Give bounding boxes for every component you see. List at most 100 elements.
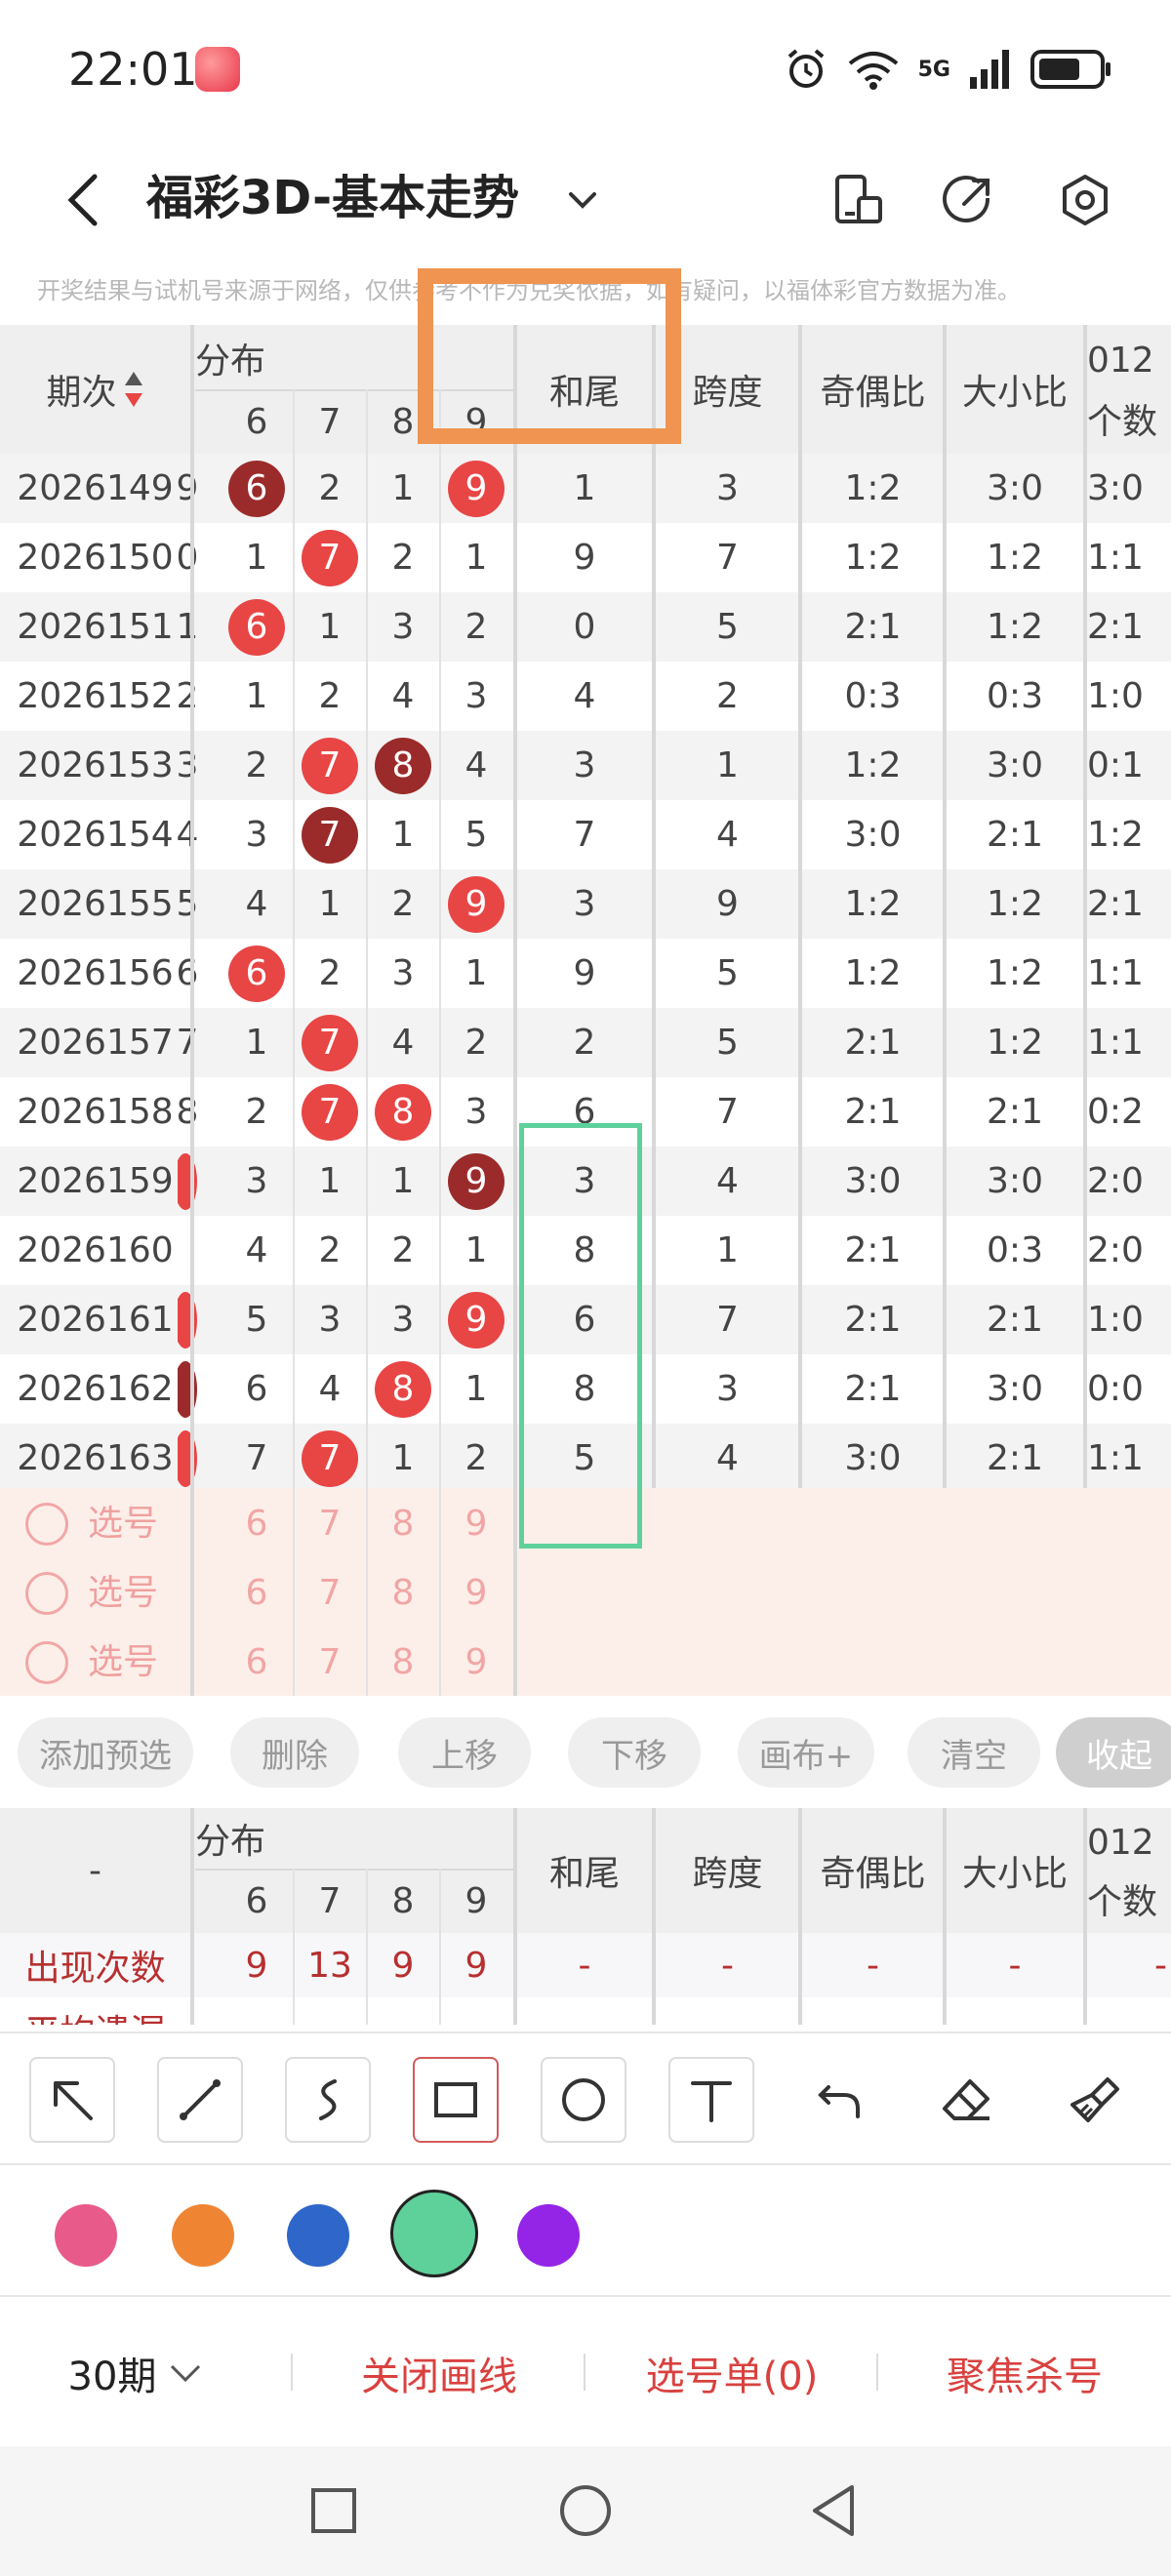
digit-cell-9: 2: [464, 1023, 488, 1063]
color-green-swatch[interactable]: [390, 2190, 478, 2277]
trend-table[interactable]: 期次 分布 6 7 8 9 和尾 跨度 奇偶比 大小比 012 个数 20261…: [0, 325, 1171, 1696]
period-cell: 2026156: [17, 953, 174, 993]
edge-digit-cell: [178, 1147, 197, 1216]
close-drawing-button[interactable]: 关闭画线: [312, 2297, 566, 2448]
pick-radio[interactable]: [25, 1503, 68, 1546]
hit-ball: 6: [228, 598, 285, 656]
collapse-button[interactable]: 收起: [1056, 1717, 1171, 1788]
move-up-button[interactable]: 上移: [398, 1717, 531, 1788]
pick-list-button[interactable]: 选号单(0): [605, 2297, 859, 2448]
digit-cell-7: 7: [294, 523, 366, 592]
ratio-012-cell: 2:1: [1087, 607, 1144, 647]
big-small-cell: 1:2: [987, 1023, 1043, 1063]
period-header[interactable]: 期次: [0, 325, 190, 454]
digit-cell-9: 9: [440, 1147, 512, 1216]
pick-digit[interactable]: 9: [440, 1628, 512, 1696]
move-down-button[interactable]: 下移: [568, 1717, 701, 1788]
eraser-tool[interactable]: [924, 2057, 1010, 2143]
settings-button[interactable]: [1046, 161, 1124, 239]
clear-button[interactable]: 清空: [908, 1717, 1040, 1788]
canvas-plus-button[interactable]: 画布+: [738, 1717, 874, 1788]
digit-cell-9: 3: [464, 676, 488, 716]
curve-tool[interactable]: [285, 2057, 371, 2143]
pick-digit[interactable]: 6: [221, 1489, 293, 1558]
text-tool[interactable]: [668, 2057, 754, 2143]
hit-ball: 9: [448, 1291, 505, 1348]
edge-digit-cell: 6: [178, 953, 197, 993]
recent-apps-button[interactable]: [303, 2479, 365, 2542]
grid-line: [1083, 1808, 1087, 2025]
text-icon: [691, 2081, 732, 2122]
color-palette: [0, 2163, 1171, 2295]
line-tool[interactable]: [157, 2057, 243, 2143]
digit-cell-6: 1: [245, 1023, 268, 1063]
period-selector-label: 30期: [67, 2354, 157, 2399]
odd-even-cell: 0:3: [844, 676, 902, 716]
pick-digit[interactable]: 8: [367, 1628, 439, 1696]
add-preselect-button[interactable]: 添加预选: [18, 1717, 193, 1788]
digit-cell-6: 2: [245, 745, 268, 785]
stats-digit-8: 8: [391, 1880, 415, 1921]
span-cell: 4: [716, 1438, 739, 1478]
hit-ball: 9: [448, 1152, 505, 1210]
digit-cell-9: 1: [464, 538, 488, 578]
grid-line: [513, 325, 517, 1696]
brush-icon: [1070, 2077, 1119, 2122]
hit-ball: 7: [302, 806, 358, 864]
pick-radio[interactable]: [25, 1572, 68, 1615]
color-pink-swatch[interactable]: [55, 2204, 117, 2267]
pick-digit[interactable]: 7: [294, 1628, 366, 1696]
digit-cell-9: 9: [440, 869, 512, 939]
table-row: 2026156 6 6 2 3 1 9 5 1:2 1:2 1:1: [0, 939, 1171, 1008]
delete-button[interactable]: 删除: [230, 1717, 359, 1788]
grid-line: [190, 1808, 194, 2025]
pick-digit[interactable]: 7: [294, 1489, 366, 1558]
title-dropdown-button[interactable]: [561, 179, 604, 221]
digit-cell-9: 2: [464, 607, 488, 647]
drawing-toolbar: [0, 2032, 1171, 2163]
share-button[interactable]: [929, 161, 1007, 239]
grid-line: [798, 325, 802, 1488]
color-orange-swatch[interactable]: [172, 2204, 234, 2267]
ratio-012-cell: 1:1: [1087, 1023, 1144, 1063]
signal-icon: [970, 50, 1009, 89]
home-button[interactable]: [554, 2479, 617, 2542]
pick-digit[interactable]: 9: [440, 1489, 512, 1558]
pick-digit[interactable]: 6: [221, 1558, 293, 1628]
data-source-notice: 开奖结果与试机号来源于网络，仅供参考不作为兑奖依据，如有疑问，以福体彩官方数据为…: [37, 277, 1021, 304]
color-blue-swatch[interactable]: [287, 2204, 349, 2267]
digit-cell-6: 4: [245, 884, 268, 924]
color-purple-swatch[interactable]: [517, 2204, 580, 2267]
sum-tail-cell: 8: [573, 1369, 596, 1409]
back-button[interactable]: [49, 161, 117, 239]
sum-tail-cell: 3: [573, 745, 596, 785]
big-small-cell: 2:1: [987, 815, 1043, 855]
pick-digit[interactable]: 8: [367, 1489, 439, 1558]
circle-tool[interactable]: [541, 2057, 626, 2143]
pick-radio[interactable]: [25, 1641, 68, 1684]
period-cell: 2026157: [17, 1023, 174, 1063]
page-title[interactable]: 福彩3D-基本走势: [146, 159, 519, 237]
network-type-label: 5G: [917, 57, 950, 82]
pick-digit[interactable]: 7: [294, 1558, 366, 1628]
ratio-012-cell: 1:1: [1087, 538, 1144, 578]
period-cell: 2026161: [17, 1300, 174, 1340]
focus-kill-button[interactable]: 聚焦杀号: [898, 2297, 1151, 2448]
digit-header-8: 8: [391, 401, 415, 442]
nav-back-button[interactable]: [802, 2479, 865, 2542]
arrow-tool[interactable]: [29, 2057, 115, 2143]
undo-tool[interactable]: [796, 2057, 882, 2143]
sum-tail-header: 和尾: [548, 373, 620, 413]
pick-actions-bar: 添加预选 删除 上移 下移 画布+ 清空 收起: [0, 1696, 1171, 1808]
screen-mode-button[interactable]: [818, 161, 896, 239]
period-selector[interactable]: 30期: [39, 2297, 234, 2448]
odd-even-cell: 1:2: [844, 884, 902, 924]
grid-line: [798, 1808, 802, 2025]
rectangle-tool[interactable]: [413, 2057, 499, 2143]
clear-brush-tool[interactable]: [1052, 2057, 1138, 2143]
table-row: 2026153 3 2 7 8 4 3 1 1:2 3:0 0:1: [0, 731, 1171, 800]
pick-digit[interactable]: 8: [367, 1558, 439, 1628]
span-cell: 1: [716, 745, 739, 785]
pick-digit[interactable]: 9: [440, 1558, 512, 1628]
pick-digit[interactable]: 6: [221, 1628, 293, 1696]
